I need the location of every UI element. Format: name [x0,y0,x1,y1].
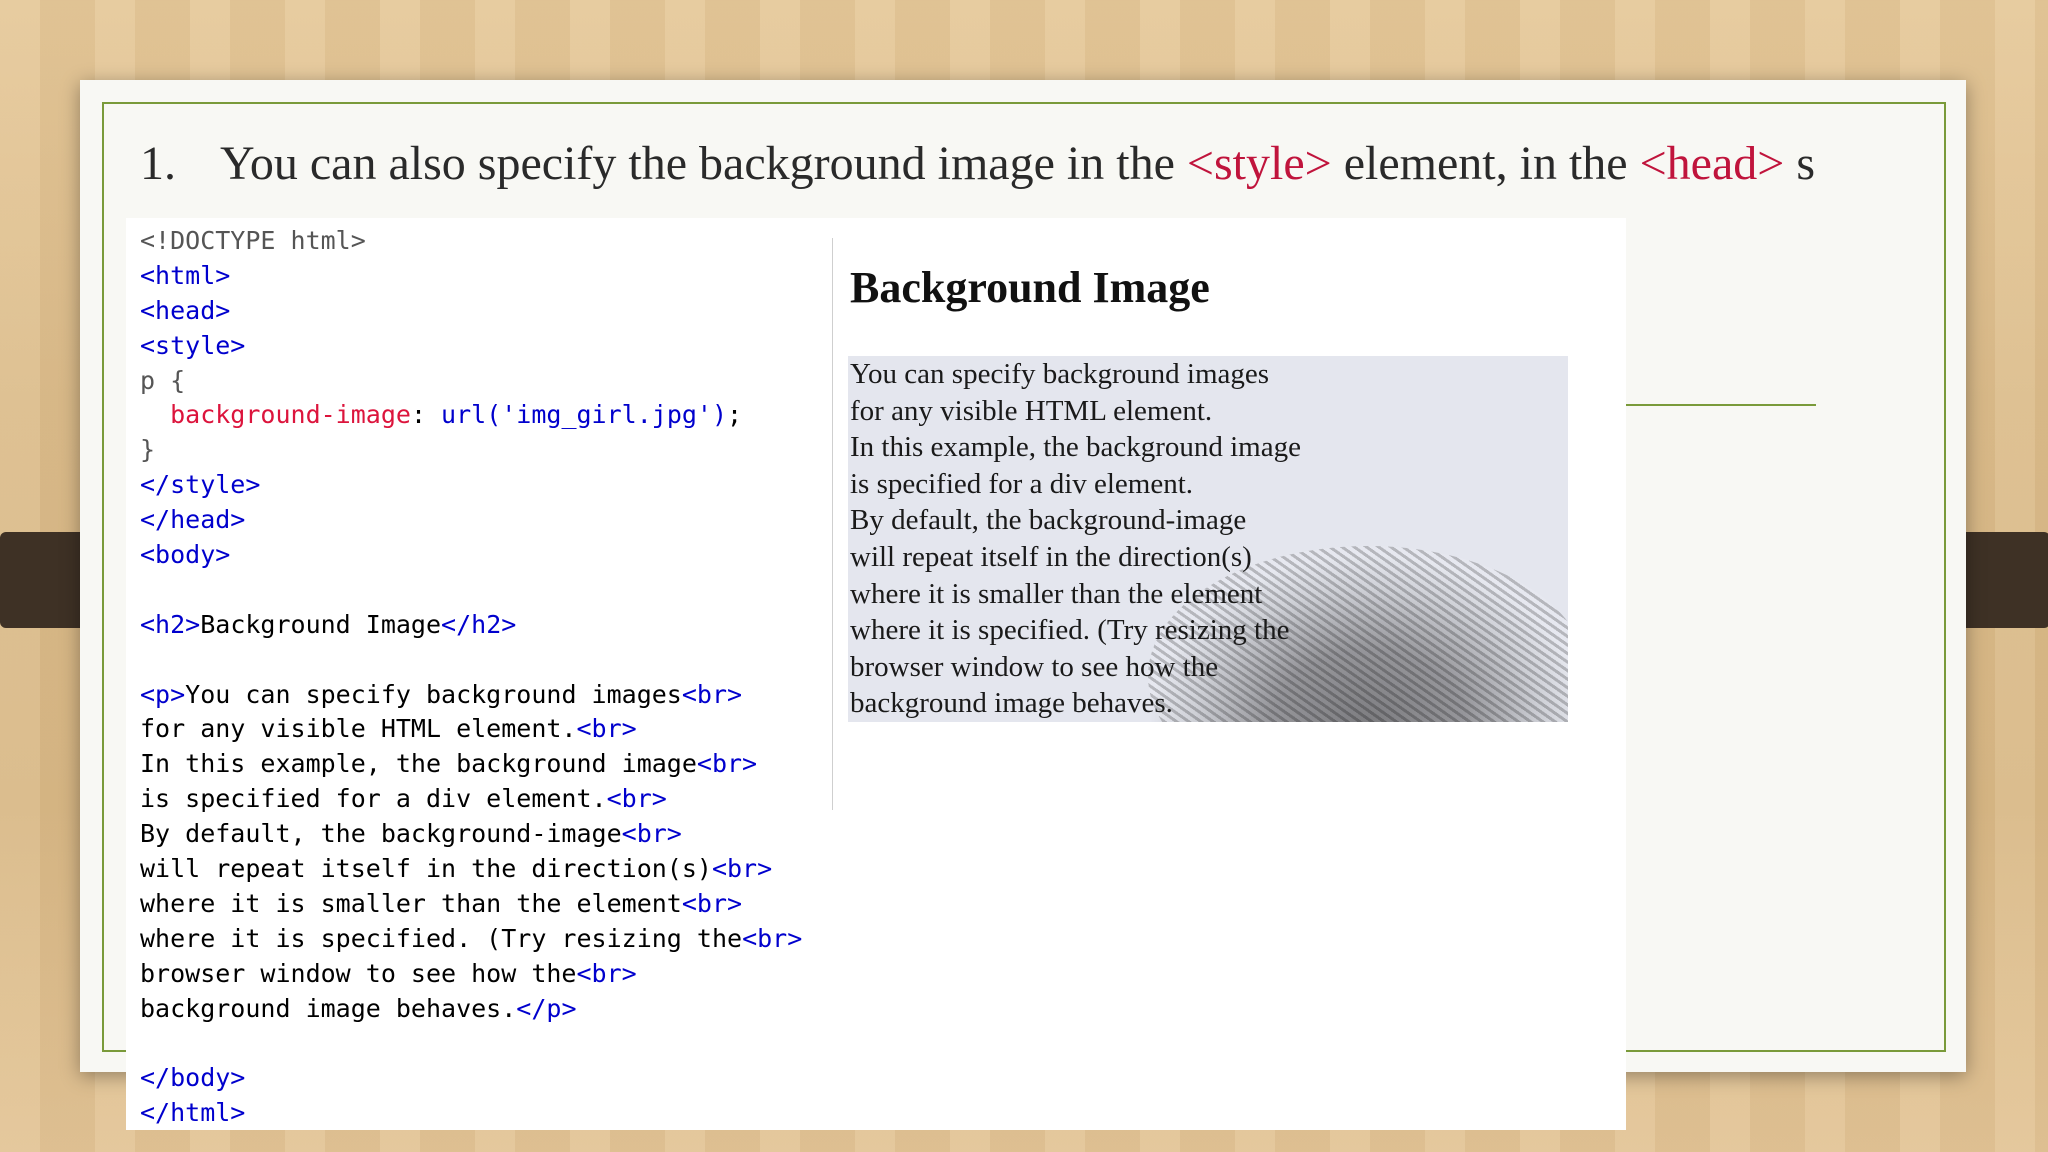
heading-text-before: You can also specify the background imag… [220,137,1187,190]
code-token: <h2> [140,609,201,639]
code-token: By default, the background-image [140,819,622,849]
rendered-paragraph-text: You can specify background images for any… [850,356,1301,722]
code-token: </p> [516,993,577,1023]
code-token: browser window to see how the [140,958,577,988]
code-token: <html> [140,260,231,290]
code-token: <br> [681,679,743,709]
code-token: You can specify background images [185,679,682,709]
rendered-paragraph-line: browser window to see how the [850,650,1219,683]
panel-divider [832,238,833,810]
rendered-paragraph-line: for any visible HTML element. [850,394,1213,427]
code-token: where it is specified. (Try resizing the [140,923,743,953]
code-token: <br> [711,854,773,884]
code-token: </body> [140,1063,246,1093]
code-line: <html> [140,259,802,294]
code-token: background image behaves. [140,993,517,1023]
code-token: : [410,400,442,430]
code-line: </head> [140,503,802,538]
code-line: <!DOCTYPE html> [140,224,802,259]
list-number: 1. [140,137,176,190]
code-line: is specified for a div element.<br> [140,782,802,817]
code-line: <head> [140,294,802,329]
code-line: <body> [140,538,802,573]
code-block: <!DOCTYPE html> <html> <head> <style> p { ba… [140,224,802,1131]
code-line: for any visible HTML element.<br> [140,712,802,747]
code-line: background image behaves.</p> [140,992,802,1027]
code-line: <h2>Background Image</h2> [140,608,802,643]
slide-heading: 1. You can also specify the background im… [140,136,1930,206]
code-token: </html> [140,1098,246,1128]
rendered-paragraph-line: where it is specified. (Try resizing the [850,614,1290,647]
code-line: In this example, the background image<br… [140,747,802,782]
code-line: </style> [140,468,802,503]
code-token: </style> [140,470,261,500]
code-token: <br> [576,714,637,744]
code-token: In this example, the background image [140,749,697,779]
code-line: By default, the background-image<br> [140,817,802,852]
code-token: background-image [140,400,411,430]
code-token: <br> [681,888,743,918]
accent-line [1626,404,1816,406]
rendered-paragraph: You can specify background images for any… [848,356,1568,722]
code-token: } [140,435,156,465]
rendered-paragraph-line: is specified for a div element. [850,467,1194,500]
code-line: browser window to see how the<br> [140,957,802,992]
heading-tag-head: <head> [1639,137,1785,190]
code-line: </html> [140,1096,802,1131]
code-token: </head> [140,505,246,535]
rendered-paragraph-line: By default, the background-image [850,504,1247,537]
heading-text-after: s [1784,137,1816,190]
code-token: <br> [606,784,667,814]
code-line: where it is specified. (Try resizing the… [140,922,802,957]
code-token: <br> [696,749,758,779]
code-line: <p>You can specify background images<br> [140,678,802,713]
code-token: Background Image [200,609,442,639]
code-line: will repeat itself in the direction(s)<b… [140,852,802,887]
rendered-paragraph-line: will repeat itself in the direction(s) [850,540,1252,573]
code-line: </body> [140,1061,802,1096]
code-token: <br> [576,958,637,988]
code-line: <style> [140,329,802,364]
heading-text-middle: element, in the [1331,137,1640,190]
code-token: for any visible HTML element. [140,714,577,744]
code-line: where it is smaller than the element<br> [140,887,802,922]
code-token: </h2> [441,609,517,639]
heading-tag-style: <style> [1186,137,1332,190]
code-token: will repeat itself in the direction(s) [140,854,712,884]
rendered-paragraph-line: where it is smaller than the element [850,577,1263,610]
code-token: <p> [140,679,186,709]
code-token: url('img_girl.jpg') [441,400,728,430]
code-token: <br> [621,819,682,849]
code-token: where it is smaller than the element [140,888,682,918]
rendered-paragraph-line: background image behaves. [850,687,1173,720]
code-token: <head> [140,295,231,325]
code-line: p { [140,364,802,399]
code-token: <style> [140,330,246,360]
rendered-paragraph-line: You can specify background images [850,358,1270,390]
code-token: ; [727,400,743,430]
code-token: p { [140,365,186,395]
code-token: <br> [742,923,803,953]
code-line: } [140,433,802,468]
code-token: is specified for a div element. [140,784,607,814]
code-example-screenshot: <!DOCTYPE html> <html> <head> <style> p { ba… [126,218,1626,1130]
rendered-paragraph-line: In this example, the background image [850,431,1301,464]
code-token: <!DOCTYPE html> [140,226,366,255]
rendered-heading: Background Image [850,263,1210,312]
code-token: <body> [140,540,231,570]
code-line: background-image: url('img_girl.jpg'); [140,398,802,433]
